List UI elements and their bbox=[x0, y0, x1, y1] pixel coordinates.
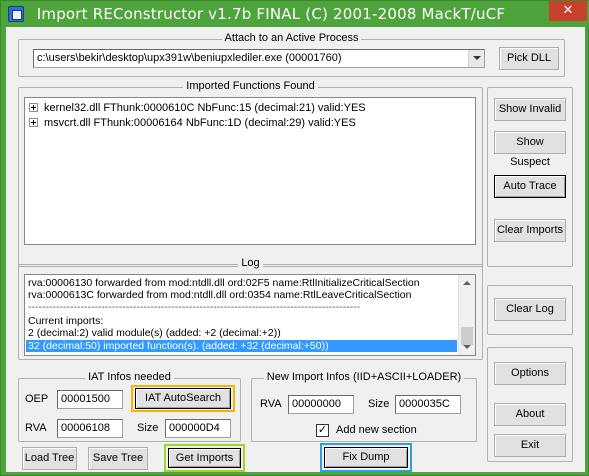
clear-imports-button[interactable]: Clear Imports bbox=[494, 219, 566, 242]
client-area: Attach to an Active Process c:\users\bek… bbox=[6, 27, 585, 472]
expand-icon[interactable] bbox=[29, 102, 38, 112]
expand-icon[interactable] bbox=[29, 117, 38, 127]
process-select-value: c:\users\bekir\desktop\upx391w\beniupxle… bbox=[37, 52, 342, 64]
log-line: 2 (decimal:2) valid module(s) (added: +2… bbox=[28, 327, 281, 339]
iat-size-input[interactable]: 000000D4 bbox=[165, 419, 231, 438]
fix-dump-button[interactable]: Fix Dump bbox=[324, 447, 408, 468]
imports-group: Imported Functions Found kernel32.dll FT… bbox=[18, 80, 483, 267]
new-import-rva-label: RVA bbox=[260, 398, 282, 410]
show-suspect-button[interactable]: Show Suspect bbox=[494, 131, 566, 168]
scroll-up-icon[interactable] bbox=[459, 275, 475, 291]
iat-group: IAT Infos needed OEP 00001500 IAT AutoSe… bbox=[18, 371, 241, 442]
new-import-size-label: Size bbox=[368, 398, 390, 410]
pick-dll-button[interactable]: Pick DLL bbox=[499, 47, 559, 70]
log-actions-group: Clear Log bbox=[487, 285, 573, 335]
auto-trace-button[interactable]: Auto Trace bbox=[494, 175, 566, 198]
clear-log-button[interactable]: Clear Log bbox=[494, 298, 566, 321]
about-button[interactable]: About bbox=[494, 403, 566, 426]
tree-item-kernel32[interactable]: kernel32.dll FThunk:0000610C NbFunc:15 (… bbox=[29, 101, 366, 116]
title-bar[interactable]: Import REConstructor v1.7b FINAL (C) 200… bbox=[1, 1, 589, 27]
log-group: Log rva:00006130 forwarded from mod:ntdl… bbox=[18, 257, 483, 360]
log-line: rva:00006130 forwarded from mod:ntdll.dl… bbox=[28, 277, 420, 289]
show-invalid-button[interactable]: Show Invalid bbox=[494, 98, 566, 121]
log-line: rva:0000613C forwarded from mod:ntdll.dl… bbox=[28, 289, 412, 301]
iat-rva-input[interactable]: 00006108 bbox=[57, 419, 123, 438]
save-tree-button[interactable]: Save Tree bbox=[88, 447, 148, 470]
tree-item-label: kernel32.dll FThunk:0000610C NbFunc:15 (… bbox=[44, 102, 366, 114]
log-line-selected[interactable]: 32 (decimal:50) imported function(s). (a… bbox=[26, 340, 457, 352]
add-section-checkbox[interactable]: ✓ bbox=[316, 424, 329, 437]
new-import-rva-input[interactable]: 00000000 bbox=[288, 395, 354, 414]
log-line: Current imports: bbox=[28, 315, 104, 327]
new-import-group: New Import Infos (IID+ASCII+LOADER) RVA … bbox=[251, 371, 477, 442]
tree-item-msvcrt[interactable]: msvcrt.dll FThunk:00006164 NbFunc:1D (de… bbox=[29, 116, 356, 131]
oep-input[interactable]: 00001500 bbox=[57, 390, 123, 409]
iat-group-title: IAT Infos needed bbox=[85, 371, 174, 383]
log-group-title: Log bbox=[238, 257, 263, 269]
log-list[interactable]: rva:00006130 forwarded from mod:ntdll.dl… bbox=[24, 274, 476, 356]
imports-actions-group: Show Invalid Show Suspect Auto Trace Cle… bbox=[487, 87, 573, 267]
window-title: Import REConstructor v1.7b FINAL (C) 200… bbox=[36, 5, 506, 23]
iat-autosearch-button[interactable]: IAT AutoSearch bbox=[135, 388, 231, 409]
new-import-size-input[interactable]: 0000035C bbox=[395, 395, 461, 414]
oep-label: OEP bbox=[25, 393, 49, 405]
new-import-group-title: New Import Infos (IID+ASCII+LOADER) bbox=[263, 371, 465, 383]
options-button[interactable]: Options bbox=[494, 362, 566, 385]
iat-size-label: Size bbox=[137, 422, 159, 434]
log-scrollbar[interactable] bbox=[458, 275, 475, 355]
get-imports-button[interactable]: Get Imports bbox=[168, 448, 241, 468]
add-section-label: Add new section bbox=[336, 424, 417, 436]
chevron-down-icon[interactable] bbox=[468, 50, 484, 67]
tree-item-label: msvcrt.dll FThunk:00006164 NbFunc:1D (de… bbox=[44, 117, 356, 129]
main-window: Import REConstructor v1.7b FINAL (C) 200… bbox=[0, 0, 589, 476]
scroll-down-icon[interactable] bbox=[459, 339, 475, 355]
app-actions-group: Options About Exit bbox=[487, 347, 573, 462]
log-separator: ----------------------------------------… bbox=[28, 301, 361, 313]
imports-tree[interactable]: kernel32.dll FThunk:0000610C NbFunc:15 (… bbox=[24, 97, 476, 245]
process-select[interactable]: c:\users\bekir\desktop\upx391w\beniupxle… bbox=[33, 49, 485, 68]
load-tree-button[interactable]: Load Tree bbox=[22, 447, 77, 470]
imports-group-title: Imported Functions Found bbox=[183, 80, 318, 92]
close-button[interactable]: ✕ bbox=[549, 1, 587, 21]
attach-group-title: Attach to an Active Process bbox=[221, 32, 362, 44]
exit-button[interactable]: Exit bbox=[494, 434, 566, 457]
attach-group: Attach to an Active Process c:\users\bek… bbox=[18, 32, 565, 77]
iat-rva-label: RVA bbox=[25, 422, 47, 434]
